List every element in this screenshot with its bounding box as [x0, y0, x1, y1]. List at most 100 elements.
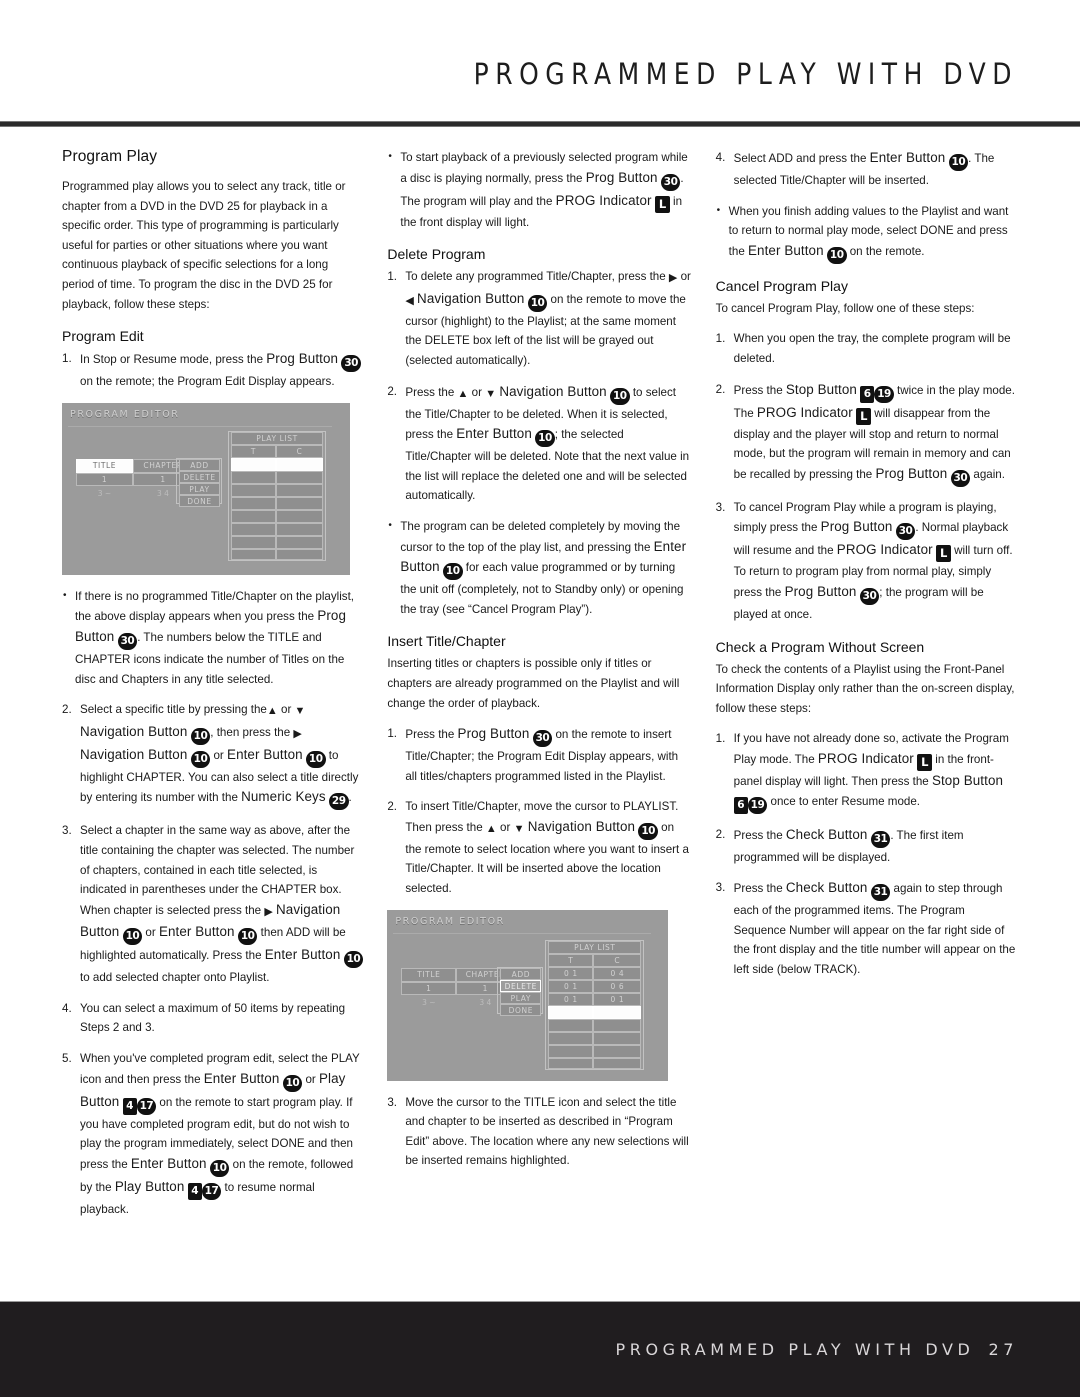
remote-key-badge: 10	[237, 928, 258, 946]
osd-playlist-empty-row	[276, 509, 323, 523]
remote-key-badge: 30	[341, 355, 361, 373]
remote-key-badge: 29	[328, 793, 349, 811]
insert-steps-final: 4. Select ADD and press the Enter Button …	[716, 148, 1020, 191]
step-text: Move the cursor to the TITLE icon and se…	[405, 1095, 689, 1168]
step-number: 4.	[62, 1001, 72, 1015]
osd-playlist-empty-row	[276, 483, 323, 497]
arrow-down-icon: ▼	[294, 705, 306, 718]
arrow-down-icon: ▼	[485, 387, 497, 400]
list-item: 3. Press the Check Button 31 again to ste…	[716, 878, 1020, 979]
numeric-keys-label: Numeric Keys	[241, 789, 326, 805]
insert-note: When you finish adding values to the Pla…	[716, 201, 1020, 264]
section-heading-program-play: Program Play	[62, 148, 158, 165]
osd-playlist-empty-row	[231, 496, 276, 510]
list-item: 3. Select a chapter in the same way as ab…	[62, 821, 364, 988]
osd-playlist-empty-row	[231, 548, 276, 560]
navigation-button-label: Navigation Button	[80, 723, 188, 739]
remote-key-badge: 10	[343, 951, 364, 969]
osd-playlist-empty-row	[593, 1057, 642, 1069]
osd-menu-done: DONE	[500, 1003, 542, 1016]
conjunction: or	[142, 926, 159, 940]
subheading-insert-title-chapter: Insert Title/Chapter	[387, 633, 506, 650]
osd-playlist-col-c: C	[276, 444, 323, 458]
prog-indicator-badge: L	[935, 545, 951, 563]
subheading-check-program: Check a Program Without Screen	[715, 638, 925, 655]
step-number: 2.	[387, 800, 398, 814]
remote-key-badge: 10	[305, 750, 326, 768]
osd-playlist-empty-row	[548, 1057, 594, 1069]
subheading-program-edit: Program Edit	[62, 328, 144, 345]
list-item: 2. Select a specific title by pressing th…	[62, 700, 363, 811]
step-text: Select a specific title by pressing the	[80, 703, 267, 717]
osd-playlist-row-t: 0 1	[548, 979, 594, 993]
step-number: 2.	[715, 827, 726, 841]
step-text: Select ADD and press the	[733, 152, 870, 165]
step-number: 1.	[387, 727, 398, 741]
remote-key-badge: 10	[442, 563, 463, 581]
footer-section-title: PROGRAMMED PLAY WITH DVD	[615, 1340, 975, 1359]
step-number: 3.	[62, 824, 72, 838]
osd-title-icon: TITLE	[401, 967, 457, 982]
step-number: 1.	[62, 352, 72, 366]
osd-playlist-row-t-highlighted	[548, 1005, 594, 1019]
play-button-label: Play Button	[114, 1178, 185, 1194]
step-number: 3.	[387, 1095, 398, 1109]
osd-title-value: 1	[401, 981, 457, 995]
step-text: Press the	[733, 383, 786, 397]
remote-key-badge: 17	[136, 1097, 157, 1115]
remote-key-badge: 10	[535, 430, 555, 448]
program-edit-notes: If there is no programmed Title/Chapter …	[62, 586, 363, 689]
remote-key-badge: 30	[950, 469, 971, 487]
osd-playlist-empty-row	[276, 535, 323, 549]
footer-title-block: PROGRAMMED PLAY WITH DVD 27	[616, 1340, 1019, 1359]
subheading-delete-program: Delete Program	[387, 246, 486, 263]
step-number: 4.	[715, 151, 726, 164]
page-number: 27	[988, 1340, 1018, 1359]
conjunction: or	[302, 1072, 320, 1086]
remote-key-badge: 10	[826, 246, 847, 264]
list-item: 1. When you open the tray, the complete p…	[716, 329, 1020, 368]
remote-key-badge: 30	[532, 730, 553, 748]
prog-indicator-label: PROG Indicator	[836, 542, 933, 558]
prog-button-label: Prog Button	[784, 583, 857, 599]
osd-playlist-empty-row	[593, 1044, 642, 1058]
remote-key-badge: 19	[874, 385, 894, 403]
list-item: 2. To insert Title/Chapter, move the curs…	[387, 797, 691, 898]
step-text: You can select a maximum of 50 items by …	[80, 1001, 346, 1035]
remote-key-badge: 30	[895, 523, 916, 541]
step-number: 1.	[387, 270, 398, 284]
list-item: 3. Move the cursor to the TITLE icon and …	[387, 1093, 691, 1171]
remote-key-badge: 31	[870, 884, 891, 902]
prog-indicator-badge: L	[917, 753, 933, 771]
step-text-end: once to enter Resume mode.	[767, 794, 921, 808]
remote-key-badge: 10	[527, 294, 548, 312]
osd-playlist-label: PLAY LIST	[548, 940, 642, 954]
list-item: 1. If you have not already done so, activ…	[715, 729, 1020, 814]
column-1: Program Play Programmed play allows you …	[62, 148, 364, 1268]
osd-playlist-empty-row	[593, 1031, 642, 1045]
remote-key-badge: 30	[859, 587, 880, 605]
step-text: In Stop or Resume mode, press the	[80, 353, 267, 367]
remote-key-badge: 10	[609, 387, 630, 405]
remote-key-badge: 17	[201, 1182, 222, 1200]
remote-key-badge: 10	[948, 154, 969, 171]
navigation-button-label: Navigation Button	[499, 383, 607, 399]
osd-menu-add: ADD	[179, 458, 220, 471]
prog-indicator-badge: L	[654, 195, 670, 213]
osd-playlist-empty-row	[231, 522, 276, 536]
step-text-end: to add selected chapter onto Playlist.	[80, 971, 270, 985]
osd-playlist-col-t: T	[231, 444, 276, 458]
front-panel-key-badge: 4	[187, 1182, 202, 1200]
page-footer: PROGRAMMED PLAY WITH DVD 27	[0, 1301, 1080, 1397]
prog-indicator-label: PROG Indicator	[555, 192, 652, 208]
osd-title: PROGRAM EDITOR	[70, 408, 180, 420]
stop-button-label: Stop Button	[785, 381, 857, 397]
program-edit-steps-cont: 2. Select a specific title by pressing th…	[62, 700, 364, 1219]
enter-button-label: Enter Button	[227, 746, 303, 762]
program-edit-steps: 1. In Stop or Resume mode, press the Prog…	[62, 349, 363, 392]
step-number: 1.	[715, 732, 726, 746]
list-item: The program can be deleted completely by…	[387, 516, 691, 619]
column-2: To start playback of a previously select…	[387, 147, 691, 1268]
osd-playlist-empty-row	[548, 1044, 594, 1058]
header-divider	[0, 121, 1080, 127]
